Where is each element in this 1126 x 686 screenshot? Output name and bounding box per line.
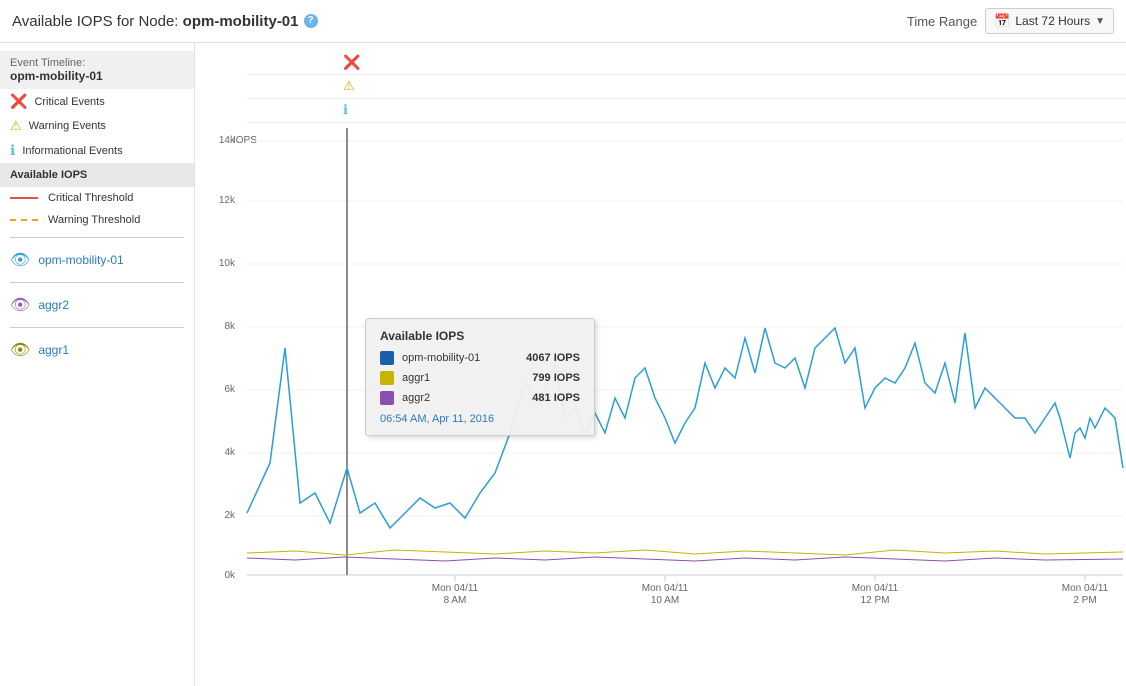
- tooltip-row-opm: opm-mobility-01 4067 IOPS: [380, 351, 580, 365]
- main-container: Available IOPS for Node: opm-mobility-01…: [0, 0, 1126, 686]
- x-label-4-line2: 2 PM: [1073, 595, 1096, 606]
- event-timeline-node: opm-mobility-01: [10, 69, 184, 83]
- y-label-4k: 4k: [224, 447, 236, 458]
- time-range-value: Last 72 Hours: [1015, 14, 1090, 28]
- warning-events-label: Warning Events: [29, 120, 106, 132]
- eye-icon-opm: 👁: [10, 250, 30, 270]
- tooltip-color-opm: [380, 351, 394, 365]
- series-item-opm[interactable]: 👁 opm-mobility-01: [0, 244, 194, 276]
- tooltip-color-aggr1: [380, 371, 394, 385]
- eye-icon-aggr2: 👁: [10, 295, 30, 315]
- eye-icon-aggr1: 👁: [10, 340, 30, 360]
- y-label-0k: 0k: [224, 570, 236, 581]
- critical-threshold-item: Critical Threshold: [0, 187, 194, 209]
- info-event-dot: ℹ: [343, 102, 348, 118]
- info-event-row: ℹ: [247, 99, 1126, 123]
- event-timeline-header: Event Timeline: opm-mobility-01: [0, 51, 194, 89]
- y-label-2k: 2k: [224, 510, 236, 521]
- event-timeline-label: Event Timeline:: [10, 57, 184, 69]
- info-events-item: ℹ Informational Events: [0, 138, 194, 163]
- series-item-aggr2[interactable]: 👁 aggr2: [0, 289, 194, 321]
- header-bar: Available IOPS for Node: opm-mobility-01…: [0, 0, 1126, 43]
- x-label-3-line1: Mon 04/11: [852, 583, 899, 594]
- y-label-12k: 12k: [219, 195, 236, 206]
- x-label-1-line2: 8 AM: [444, 595, 467, 606]
- critical-threshold-line: [10, 197, 38, 199]
- node-name: opm-mobility-01: [183, 13, 299, 30]
- tooltip-timestamp: 06:54 AM, Apr 11, 2016: [380, 413, 580, 425]
- tooltip-row-aggr1: aggr1 799 IOPS: [380, 371, 580, 385]
- main-chart-svg: 14k IOPS 12k 10k 8k 6k 4k 2k 0k: [195, 123, 1125, 613]
- tooltip-value-aggr2: 481 IOPS: [532, 392, 580, 404]
- svg-chart-container: 14k IOPS 12k 10k 8k 6k 4k 2k 0k: [195, 123, 1126, 613]
- warning-events-icon: ⚠: [10, 118, 22, 134]
- warning-event-dot: ⚠: [343, 78, 355, 94]
- y-label-10k: 10k: [219, 258, 236, 269]
- y-label-8k: 8k: [224, 321, 236, 332]
- sidebar: Event Timeline: opm-mobility-01 ❌ Critic…: [0, 43, 195, 686]
- title-prefix: Available IOPS for Node:: [12, 13, 183, 30]
- series-name-aggr2: aggr2: [38, 298, 69, 312]
- y-label-6k: 6k: [224, 384, 236, 395]
- series-name-opm: opm-mobility-01: [38, 253, 123, 267]
- warning-threshold-line: [10, 219, 38, 221]
- tooltip-value-opm: 4067 IOPS: [526, 352, 580, 364]
- tooltip-color-aggr2: [380, 391, 394, 405]
- content-area: Event Timeline: opm-mobility-01 ❌ Critic…: [0, 43, 1126, 686]
- x-label-1-line1: Mon 04/11: [432, 583, 479, 594]
- help-icon[interactable]: ?: [304, 14, 318, 28]
- warning-threshold-label: Warning Threshold: [48, 214, 140, 226]
- critical-events-label: Critical Events: [34, 96, 104, 108]
- chart-line-aggr2: [247, 557, 1123, 561]
- critical-events-icon: ❌: [10, 93, 27, 110]
- chart-wrapper: ❌ ⚠ ℹ 14k IOPS 12k 10k 8: [195, 51, 1126, 686]
- page-title: Available IOPS for Node: opm-mobility-01: [12, 13, 299, 30]
- warning-events-item: ⚠ Warning Events: [0, 114, 194, 138]
- tooltip-name-aggr2: aggr2: [402, 392, 524, 404]
- x-label-3-line2: 12 PM: [861, 595, 890, 606]
- tooltip-row-aggr2: aggr2 481 IOPS: [380, 391, 580, 405]
- info-events-label: Informational Events: [22, 145, 122, 157]
- chart-area: ❌ ⚠ ℹ 14k IOPS 12k 10k 8: [195, 43, 1126, 686]
- series-divider-3: [10, 327, 184, 328]
- calendar-icon: 📅: [994, 13, 1010, 29]
- warning-event-row: ⚠: [247, 75, 1126, 99]
- info-events-icon: ℹ: [10, 142, 15, 159]
- x-label-2-line1: Mon 04/11: [642, 583, 689, 594]
- tooltip-name-aggr1: aggr1: [402, 372, 524, 384]
- tooltip-value-aggr1: 799 IOPS: [532, 372, 580, 384]
- critical-events-item: ❌ Critical Events: [0, 89, 194, 114]
- chart-tooltip: Available IOPS opm-mobility-01 4067 IOPS…: [365, 318, 595, 436]
- x-label-2-line2: 10 AM: [651, 595, 679, 606]
- time-range-area: Time Range 📅 Last 72 Hours ▼: [907, 8, 1114, 34]
- tooltip-title: Available IOPS: [380, 329, 580, 343]
- available-iops-section: Available IOPS: [0, 163, 194, 187]
- dropdown-arrow-icon: ▼: [1095, 16, 1105, 27]
- chart-line-aggr1: [247, 550, 1123, 555]
- critical-event-row: ❌: [247, 51, 1126, 75]
- series-item-aggr1[interactable]: 👁 aggr1: [0, 334, 194, 366]
- critical-event-dot: ❌: [343, 54, 360, 71]
- x-label-4-line1: Mon 04/11: [1062, 583, 1109, 594]
- series-name-aggr1: aggr1: [38, 343, 69, 357]
- time-range-button[interactable]: 📅 Last 72 Hours ▼: [985, 8, 1114, 34]
- series-divider-1: [10, 237, 184, 238]
- tooltip-name-opm: opm-mobility-01: [402, 352, 518, 364]
- time-range-label: Time Range: [907, 14, 977, 29]
- critical-threshold-label: Critical Threshold: [48, 192, 133, 204]
- warning-threshold-item: Warning Threshold: [0, 209, 194, 231]
- series-divider-2: [10, 282, 184, 283]
